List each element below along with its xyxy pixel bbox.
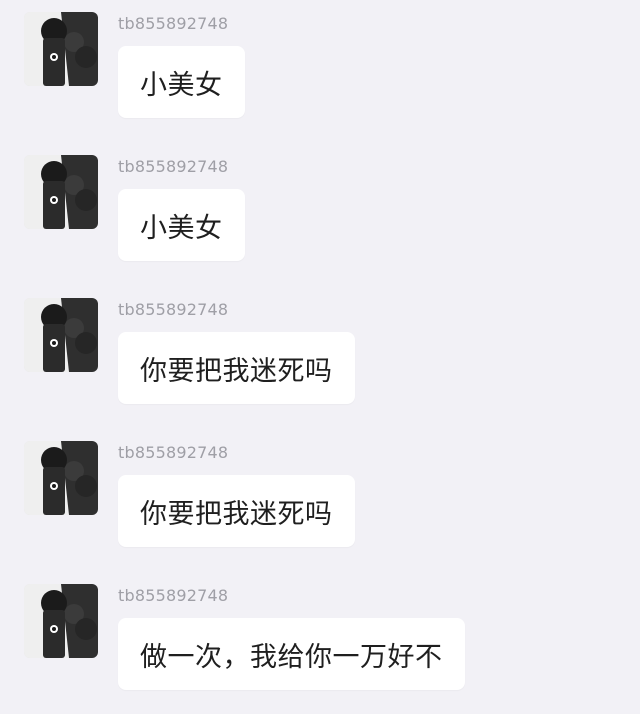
message-item: tb855892748 你要把我迷死吗	[0, 288, 640, 428]
username: tb855892748	[118, 157, 229, 176]
message-text: 你要把我迷死吗	[140, 498, 333, 530]
username: tb855892748	[118, 14, 229, 33]
message-item: tb855892748 做一次，我给你一万好不	[0, 574, 640, 714]
username: tb855892748	[118, 300, 229, 319]
message-text: 小美女	[140, 212, 223, 244]
message-bubble[interactable]: 小美女	[118, 46, 245, 118]
message-item: tb855892748 小美女	[0, 2, 640, 142]
username: tb855892748	[118, 443, 229, 462]
avatar[interactable]	[24, 298, 98, 372]
avatar[interactable]	[24, 155, 98, 229]
message-bubble[interactable]: 你要把我迷死吗	[118, 475, 355, 547]
avatar-icon	[24, 441, 98, 515]
avatar[interactable]	[24, 12, 98, 86]
avatar[interactable]	[24, 584, 98, 658]
avatar-icon	[24, 584, 98, 658]
message-bubble[interactable]: 做一次，我给你一万好不	[118, 618, 465, 690]
avatar-icon	[24, 155, 98, 229]
message-text: 做一次，我给你一万好不	[140, 641, 443, 673]
avatar-icon	[24, 12, 98, 86]
message-text: 你要把我迷死吗	[140, 355, 333, 387]
message-text: 小美女	[140, 69, 223, 101]
message-item: tb855892748 你要把我迷死吗	[0, 431, 640, 571]
chat-thread: tb855892748 小美女 tb855892748 小美女 tb855892…	[0, 0, 640, 705]
message-bubble[interactable]: 小美女	[118, 189, 245, 261]
message-item: tb855892748 小美女	[0, 145, 640, 285]
avatar-icon	[24, 298, 98, 372]
username: tb855892748	[118, 586, 229, 605]
avatar[interactable]	[24, 441, 98, 515]
message-bubble[interactable]: 你要把我迷死吗	[118, 332, 355, 404]
